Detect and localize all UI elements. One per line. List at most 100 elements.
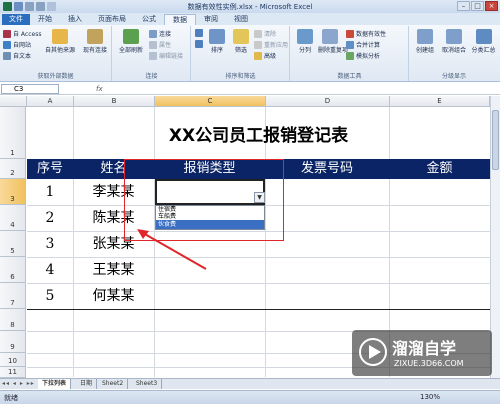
group-icon (417, 29, 433, 44)
globe-icon (3, 40, 11, 49)
select-all-corner[interactable] (0, 96, 27, 107)
row-header-8[interactable]: 8 (0, 309, 26, 331)
row-header-6[interactable]: 6 (0, 257, 26, 283)
column-header-e[interactable]: E (390, 96, 490, 107)
what-if-icon (346, 51, 354, 60)
row-header-5[interactable]: 5 (0, 231, 26, 257)
fx-icon[interactable]: fx (96, 83, 103, 95)
from-other-sources-button[interactable]: 自其他来源 (44, 29, 76, 54)
ungroup-button[interactable]: 取消组合 (440, 29, 468, 54)
group-button[interactable]: 创建组 (412, 29, 438, 54)
row-header-2[interactable]: 2 (0, 159, 26, 179)
consolidate-icon (346, 40, 354, 49)
header-cell-amount[interactable]: 金额 (389, 159, 490, 179)
header-cell-no[interactable]: 序号 (27, 159, 73, 179)
ribbon: 自 Access 自网站 自文本 自其他来源 现有连接 获取外部数据 全部刷新 … (0, 25, 500, 82)
sort-az-button[interactable] (195, 29, 203, 37)
existing-connections-button[interactable]: 现有连接 (80, 29, 110, 54)
row-header-10[interactable]: 10 (0, 353, 26, 367)
sheet-tab-bar: ◂◂ ◂ ▸ ▸▸ 下拉列表 日期 Sheet2 Sheet3 (0, 378, 500, 389)
row-header-4[interactable]: 4 (0, 205, 26, 231)
cell-name[interactable]: 何某某 (73, 283, 154, 309)
data-validation-icon (346, 29, 354, 38)
clear-button[interactable]: 清除 (254, 29, 276, 38)
text-to-columns-button[interactable]: 分列 (294, 29, 316, 54)
group-data-tools: 分列 删除重复项 数据有效性 合并计算 模拟分析 数据工具 (291, 26, 409, 81)
sort-za-button[interactable] (195, 40, 203, 48)
advanced-button[interactable]: 高级 (254, 51, 276, 60)
row-header-1[interactable]: 1 (0, 107, 26, 159)
database-icon (52, 29, 68, 44)
watermark: 溜溜自学 ZIXUE.3D66.COM (352, 330, 492, 376)
from-web-button[interactable]: 自网站 (3, 40, 31, 49)
connections-button[interactable]: 连接 (149, 29, 171, 38)
remove-duplicates-button[interactable]: 删除重复项 (318, 29, 348, 54)
row-header-11[interactable]: 11 (0, 367, 26, 378)
cell-no[interactable]: 5 (27, 283, 73, 309)
tab-page-layout[interactable]: 页面布局 (90, 14, 134, 25)
properties-button[interactable]: 属性 (149, 40, 171, 49)
cell-no[interactable]: 1 (27, 179, 73, 205)
split-columns-icon (297, 29, 313, 44)
tab-data[interactable]: 数据 (164, 14, 196, 25)
sheet-tab-dropdown-list[interactable]: 下拉列表 (38, 379, 72, 389)
close-button[interactable]: × (485, 1, 498, 11)
zoom-level[interactable]: 130% (420, 393, 440, 401)
link-icon (149, 29, 157, 38)
group-label: 获取外部数据 (37, 73, 74, 80)
tab-insert[interactable]: 插入 (60, 14, 90, 25)
row-header-3[interactable]: 3 (0, 179, 26, 205)
row-header-9[interactable]: 9 (0, 331, 26, 353)
column-header-b[interactable]: B (74, 96, 155, 107)
column-header-c[interactable]: C (155, 96, 266, 107)
row-header-7[interactable]: 7 (0, 283, 26, 309)
sheet-title: XX公司员工报销登记表 (168, 126, 349, 146)
group-connections: 全部刷新 连接 属性 编辑链接 连接 (113, 26, 191, 81)
name-box[interactable]: C3 (1, 84, 59, 94)
status-ready: 就绪 (4, 394, 18, 402)
subtotal-button[interactable]: 分类汇总 (470, 29, 497, 54)
scrollbar-thumb[interactable] (492, 110, 499, 170)
minimize-button[interactable]: – (457, 1, 470, 11)
gridline (265, 107, 266, 377)
edit-links-button[interactable]: 编辑链接 (149, 51, 183, 60)
access-icon (3, 29, 11, 38)
consolidate-button[interactable]: 合并计算 (346, 40, 380, 49)
refresh-icon (123, 29, 139, 44)
group-label: 数据工具 (337, 73, 362, 80)
sheet-nav-icons[interactable]: ◂◂ ◂ ▸ ▸▸ (2, 380, 35, 387)
column-header-a[interactable]: A (27, 96, 74, 107)
from-text-button[interactable]: 自文本 (3, 51, 31, 60)
maximize-button[interactable]: □ (471, 1, 484, 11)
sort-descending-icon (195, 40, 203, 48)
cell-no[interactable]: 2 (27, 205, 73, 231)
sort-button[interactable]: 排序 (206, 29, 228, 54)
formula-input[interactable] (108, 84, 488, 94)
tab-view[interactable]: 视图 (226, 14, 256, 25)
cell-no[interactable]: 3 (27, 231, 73, 257)
group-label: 排序和筛选 (225, 73, 256, 80)
data-validation-button[interactable]: 数据有效性 (346, 29, 386, 38)
tab-formulas[interactable]: 公式 (134, 14, 164, 25)
filter-button[interactable]: 筛选 (230, 29, 252, 54)
annotation-arrow-icon (137, 229, 207, 270)
from-access-button[interactable]: 自 Access (3, 29, 41, 38)
sheet-tab-sheet2[interactable]: Sheet2 (98, 379, 129, 389)
sheet-tab-date[interactable]: 日期 (76, 379, 98, 389)
group-label: 分级显示 (441, 73, 466, 80)
watermark-name: 溜溜自学 (392, 339, 457, 358)
group-label: 连接 (145, 73, 158, 80)
reapply-button[interactable]: 重新应用 (254, 40, 288, 49)
what-if-analysis-button[interactable]: 模拟分析 (346, 51, 380, 60)
watermark-url: ZIXUE.3D66.COM (394, 359, 464, 368)
ribbon-tabs: 文件 开始 插入 页面布局 公式 数据 审阅 视图 (0, 13, 500, 25)
tab-review[interactable]: 审阅 (196, 14, 226, 25)
cell-no[interactable]: 4 (27, 257, 73, 283)
refresh-all-button[interactable]: 全部刷新 (117, 29, 145, 54)
text-file-icon (3, 51, 11, 60)
column-header-d[interactable]: D (266, 96, 390, 107)
tab-home[interactable]: 开始 (30, 14, 60, 25)
sheet-tab-sheet3[interactable]: Sheet3 (132, 379, 163, 389)
title-bar: 数据有效性实例.xlsx - Microsoft Excel – □ × (0, 0, 500, 13)
tab-file[interactable]: 文件 (2, 14, 30, 25)
